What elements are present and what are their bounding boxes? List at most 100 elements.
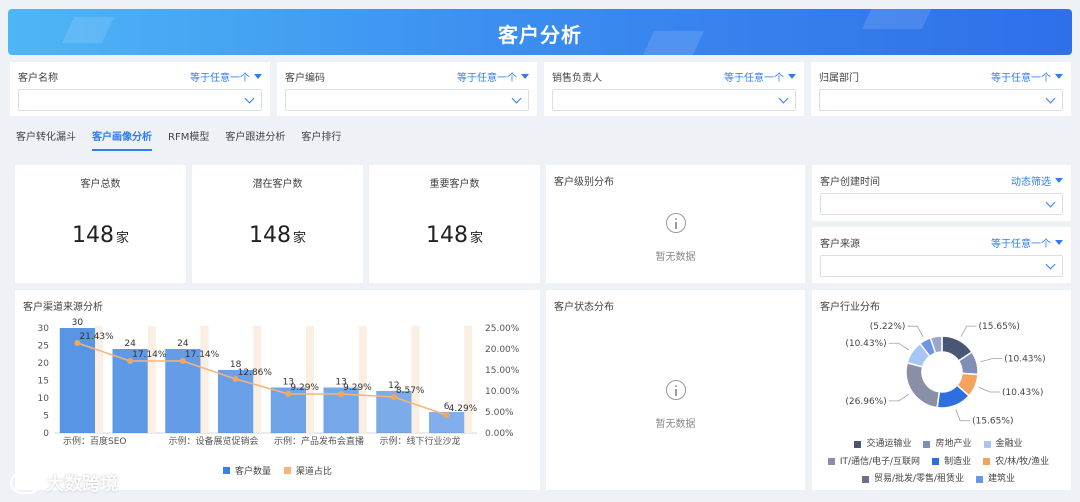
x-tick-label: 示例：设备展览促销会 <box>169 435 259 447</box>
legend-label: 制造业 <box>944 456 972 467</box>
legend-item[interactable]: 交通运输业 <box>854 436 911 452</box>
ratio-label: 8.57% <box>396 386 425 396</box>
legend-item[interactable]: 农/林/牧/渔业 <box>983 454 1049 470</box>
legend-label: 建筑业 <box>988 474 1016 484</box>
caret-down-icon <box>1055 240 1063 245</box>
watermark: 大数跨境 <box>10 470 118 496</box>
chevron-down-icon <box>1045 259 1056 270</box>
industry-distribution-card: 客户行业分布 (15.65%) (10.43%) (10.43%) (15.65%)(… <box>812 290 1071 490</box>
legend-swatch <box>827 458 835 465</box>
filter-mode-dropdown[interactable]: 等于任意一个 <box>991 235 1063 250</box>
legend-swatch <box>976 475 984 483</box>
tab-rfm-model[interactable]: RFM模型 <box>168 128 209 151</box>
channel-source-chart: 0 5 10 15 20 25 30 0.00% 5.00% 10.00% 15.00% 20.00%… <box>38 318 520 447</box>
legend-item[interactable]: 渠道占比 <box>283 464 332 477</box>
card-title: 客户状态分布 <box>554 302 614 313</box>
legend-item[interactable]: 贸易/批发/零售/租赁业 <box>861 471 964 487</box>
bar-shadow <box>358 326 367 433</box>
slice-label: (10.43%) <box>1004 355 1045 365</box>
filter-mode-dropdown[interactable]: 等于任意一个 <box>457 69 529 84</box>
y2-tick-label: 20.00% <box>485 345 520 355</box>
donut-slice <box>905 361 941 409</box>
source-select[interactable] <box>820 255 1063 277</box>
legend-label: 交通运输业 <box>866 439 912 449</box>
bar-shadow <box>200 326 209 433</box>
bar-shadow <box>411 326 420 433</box>
legend-swatch <box>854 440 862 448</box>
filter-label: 归属部门 <box>819 72 859 84</box>
legend-item[interactable]: 房地产业 <box>923 436 972 452</box>
filter-mode-dropdown[interactable]: 等于任意一个 <box>991 69 1063 84</box>
tab-conversion-funnel[interactable]: 客户转化漏斗 <box>16 128 76 151</box>
legend-item[interactable]: 金融业 <box>983 436 1023 452</box>
ratio-label: 21.43% <box>79 332 114 342</box>
bar-value-label: 24 <box>177 339 189 349</box>
caret-down-icon <box>1055 178 1063 183</box>
tab-follow-up-analysis[interactable]: 客户跟进分析 <box>225 128 285 151</box>
slice-leader-line <box>980 358 1003 363</box>
dynamic-filter-dropdown[interactable]: 动态筛选 <box>1011 173 1063 188</box>
kpi-value: 148 家 <box>248 223 306 248</box>
legend-item[interactable]: 制造业 <box>932 454 971 470</box>
legend-item[interactable]: 客户数量 <box>223 464 271 477</box>
empty-state: 暂无数据 <box>546 213 805 263</box>
tab-customer-ranking[interactable]: 客户排行 <box>301 128 341 151</box>
legend-swatch <box>861 475 869 483</box>
filter-customer-code: 客户编码 等于任意一个 <box>277 62 537 116</box>
filter-label: 销售负责人 <box>552 72 602 84</box>
caret-down-icon <box>521 73 529 79</box>
department-select[interactable] <box>819 89 1063 111</box>
x-tick-label: 示例：百度SEO <box>63 435 126 447</box>
y-tick-label: 30 <box>38 324 50 334</box>
slice-label: (15.65%) <box>972 417 1013 427</box>
legend-label: 农/林/牧/渔业 <box>995 456 1050 467</box>
card-title: 客户创建时间 <box>820 177 880 188</box>
filter-mode-dropdown[interactable]: 等于任意一个 <box>190 69 262 84</box>
legend-swatch <box>983 458 991 465</box>
ratio-label: 9.29% <box>290 383 319 393</box>
y2-tick-label: 10.00% <box>485 387 520 397</box>
filter-mode-dropdown[interactable]: 等于任意一个 <box>724 69 796 84</box>
chevron-down-icon <box>244 93 255 104</box>
tab-customer-profile[interactable]: 客户画像分析 <box>92 128 152 151</box>
slice-leader-line <box>888 342 909 351</box>
y2-tick-label: 25.00% <box>485 324 520 334</box>
slice-label: (15.65%) <box>979 322 1020 332</box>
legend-label: IT/通信/电子/互联网 <box>839 456 921 467</box>
empty-text: 暂无数据 <box>655 419 696 430</box>
slice-leader-line <box>907 325 924 337</box>
kpi-important-customers: 重要客户数 148 家 <box>369 165 540 283</box>
page-title: 客户分析 <box>498 23 582 47</box>
y-tick-label: 5 <box>43 412 49 422</box>
info-icon <box>665 380 686 400</box>
filter-label: 客户编码 <box>285 72 325 84</box>
bar-shadow <box>306 326 315 433</box>
bar-shadow <box>95 326 104 433</box>
customer-code-select[interactable] <box>285 89 529 111</box>
customer-name-select[interactable] <box>18 89 262 111</box>
legend-label: 金融业 <box>995 439 1023 449</box>
caret-down-icon <box>788 73 796 79</box>
legend-item[interactable]: IT/通信/电子/互联网 <box>827 454 921 470</box>
sales-owner-select[interactable] <box>552 89 796 111</box>
y-tick-label: 25 <box>38 342 49 352</box>
empty-text: 暂无数据 <box>655 252 696 263</box>
x-tick-label: 示例：线下行业沙龙 <box>380 435 461 447</box>
bar-value-label: 30 <box>72 318 84 328</box>
create-time-select[interactable] <box>820 193 1063 215</box>
y-tick-label: 10 <box>38 394 50 404</box>
kpi-total-customers: 客户总数 148 家 <box>15 165 186 283</box>
y2-tick-label: 5.00% <box>485 408 514 418</box>
legend-item[interactable]: 建筑业 <box>976 471 1015 487</box>
legend-swatch <box>923 440 931 448</box>
channel-source-chart-card: 客户渠道来源分析 0 5 10 15 20 25 30 0.00% 5.00% 10.00% 15.… <box>15 290 540 490</box>
source-filter: 客户来源 等于任意一个 <box>812 227 1071 283</box>
legend-swatch <box>983 440 991 448</box>
empty-state: 暂无数据 <box>546 380 805 430</box>
bar-shadow <box>464 326 473 433</box>
slice-leader-line <box>960 325 977 337</box>
ratio-label: 17.14% <box>132 350 167 360</box>
chevron-down-icon <box>778 93 789 104</box>
y2-tick-label: 15.00% <box>485 366 520 376</box>
x-tick-label: 示例：产品发布会直播 <box>274 435 364 447</box>
